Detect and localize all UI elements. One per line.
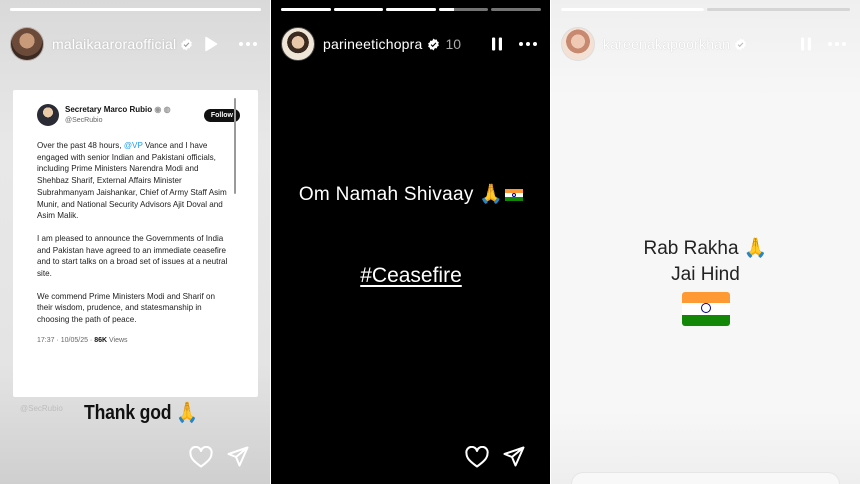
india-flag-icon <box>505 188 524 201</box>
folded-hands-icon: 🙏 <box>176 402 198 424</box>
tweet-meta: 17:37 · 10/05/25 · 86K Views <box>37 336 128 344</box>
tweet-author-name: Secretary Marco Rubio ◉ ◍ <box>65 105 171 114</box>
story-malaikaaroraofficial[interactable]: malaikaaroraofficial Secretary Marco Rub… <box>0 0 271 484</box>
hashtag-link[interactable]: #Ceasefire <box>271 264 551 288</box>
progress-segment <box>491 8 541 11</box>
verified-icon <box>427 38 439 50</box>
story-caption: Thank god 🙏 <box>84 402 198 424</box>
play-button[interactable] <box>199 32 223 56</box>
story-header: kareenakapoorkhan <box>561 24 850 64</box>
tweet-paragraph: Over the past 48 hours, @VP Vance and I … <box>37 141 227 221</box>
tweet-scrollbar <box>234 98 236 194</box>
progress-segment <box>10 8 261 11</box>
verified-icon <box>735 38 747 50</box>
story-progress-bar <box>10 8 261 11</box>
pause-button[interactable] <box>485 32 509 56</box>
story-header: parineetichopra 10 <box>281 24 541 64</box>
story-progress-bar <box>281 8 541 11</box>
progress-segment <box>281 8 331 11</box>
progress-segment <box>333 8 384 11</box>
send-icon[interactable] <box>503 446 525 468</box>
send-icon[interactable] <box>227 446 249 468</box>
folded-hands-icon: 🙏 <box>743 238 768 259</box>
more-options-button[interactable] <box>824 32 850 56</box>
play-icon <box>205 36 218 52</box>
pause-icon <box>801 37 811 51</box>
progress-segment <box>707 8 850 11</box>
tweet-body: Over the past 48 hours, @VP Vance and I … <box>37 140 246 347</box>
username[interactable]: kareenakapoorkhan <box>603 36 730 52</box>
tweet-handle: @SecRubio <box>65 117 103 124</box>
watermark: @SecRubio <box>20 404 63 413</box>
story-progress-bar <box>561 8 850 11</box>
heart-icon[interactable] <box>189 446 213 468</box>
tweet-header: Secretary Marco Rubio ◉ ◍ @SecRubio Foll… <box>37 102 246 128</box>
story-text-line: Om Namah Shivaay 🙏 <box>271 182 551 206</box>
reply-bar[interactable] <box>571 472 840 484</box>
story-timestamp: 10 <box>445 36 462 52</box>
progress-segment <box>561 8 704 11</box>
story-text-line: Jai Hind <box>671 264 740 285</box>
tweet-paragraph: We commend Prime Ministers Modi and Shar… <box>37 291 215 325</box>
story-header: malaikaaroraofficial <box>10 24 261 64</box>
heart-icon[interactable] <box>465 446 489 468</box>
avatar[interactable] <box>561 27 595 61</box>
folded-hands-icon: 🙏 <box>479 184 504 205</box>
story-parineetichopra[interactable]: parineetichopra 10 Om Namah Shivaay 🙏 #C… <box>271 0 551 484</box>
verified-icon <box>181 38 193 50</box>
more-options-button[interactable] <box>235 32 261 56</box>
more-options-button[interactable] <box>515 32 541 56</box>
pause-button[interactable] <box>794 32 818 56</box>
tweet-paragraph: I am pleased to announce the Governments… <box>37 233 228 279</box>
avatar[interactable] <box>10 27 44 61</box>
username[interactable]: parineetichopra <box>323 36 423 52</box>
progress-segment <box>438 8 489 11</box>
tweet-card: Secretary Marco Rubio ◉ ◍ @SecRubio Foll… <box>13 90 258 397</box>
progress-segment <box>386 8 436 11</box>
story-kareenakapoorkhan[interactable]: kareenakapoorkhan Rab Rakha 🙏 Jai Hind <box>551 0 860 484</box>
story-actions <box>189 446 249 468</box>
username[interactable]: malaikaaroraofficial <box>52 36 176 52</box>
india-flag-icon <box>551 292 860 326</box>
story-text-line: Rab Rakha 🙏 <box>643 238 768 259</box>
avatar[interactable] <box>281 27 315 61</box>
story-actions <box>465 446 525 468</box>
tweet-author-avatar <box>37 104 59 126</box>
pause-icon <box>492 37 502 51</box>
